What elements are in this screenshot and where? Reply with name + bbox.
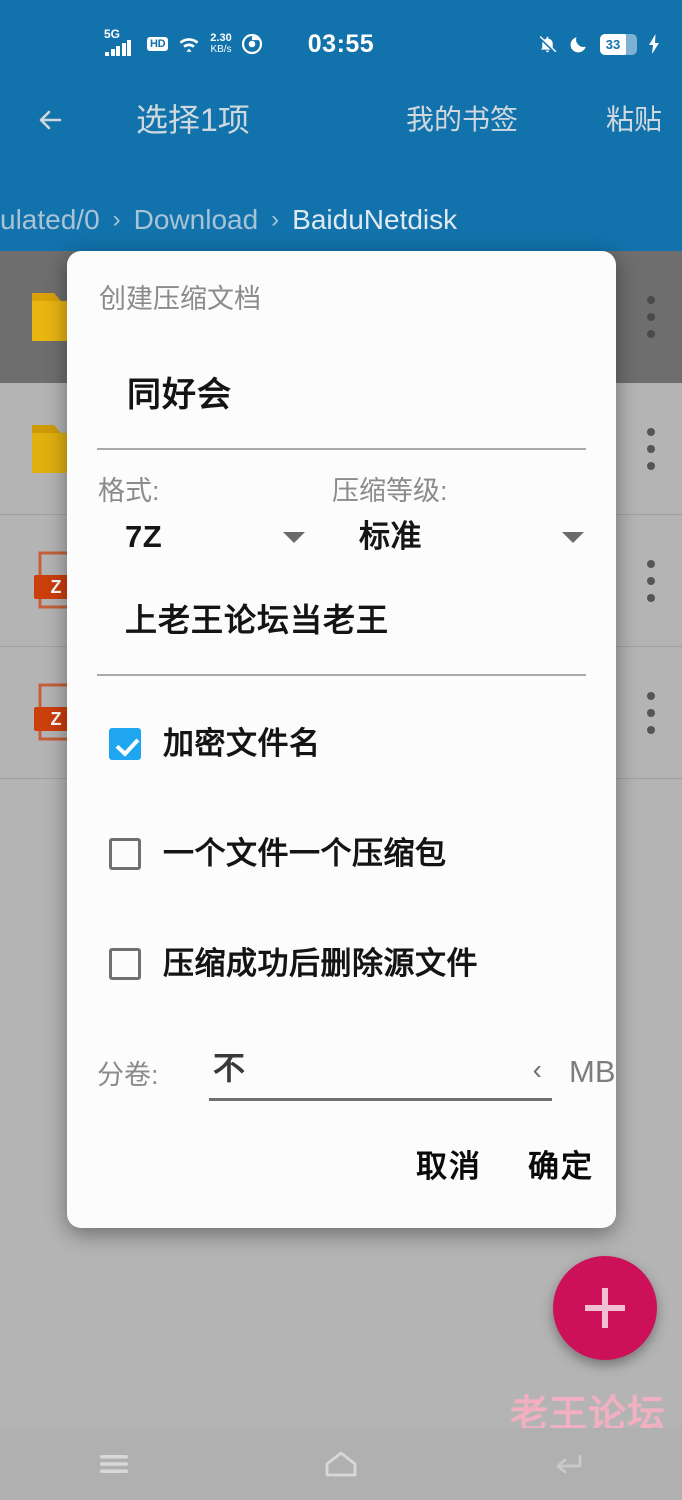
breadcrumb-separator: › (112, 206, 121, 233)
breadcrumb-item-2[interactable]: BaiduNetdisk (292, 204, 457, 236)
compression-level-label: 压缩等级: (332, 476, 448, 506)
page-title: 选择1项 (136, 102, 250, 138)
breadcrumb: ulated/0 › Download › BaiduNetdisk (0, 197, 682, 243)
bell-off-icon (538, 35, 557, 53)
compression-level-value: 标准 (359, 519, 422, 554)
checkbox-icon[interactable] (109, 728, 141, 760)
status-bar: 5G HD 2.30 KB/s 03:55 33 (0, 0, 682, 74)
recents-button[interactable] (82, 1442, 146, 1486)
svg-text:Z: Z (51, 709, 62, 729)
phone-screen: 5G HD 2.30 KB/s 03:55 33 选择1项 我的书签 粘贴 ul… (0, 0, 682, 1500)
checkbox-label: 压缩成功后删除源文件 (163, 946, 478, 981)
chevron-down-icon (562, 531, 584, 543)
battery-indicator: 33 (600, 33, 637, 55)
paste-button[interactable]: 粘贴 (606, 98, 662, 142)
checkbox-label: 一个文件一个压缩包 (163, 836, 447, 871)
divider (97, 674, 586, 676)
dialog-actions: 取消 确定 (416, 1146, 594, 1188)
more-vertical-icon[interactable] (646, 560, 656, 602)
app-bar: 5G HD 2.30 KB/s 03:55 33 选择1项 我的书签 粘贴 ul… (0, 0, 682, 251)
battery-percent-label: 33 (605, 36, 621, 52)
svg-text:Z: Z (51, 577, 62, 597)
checkbox-row-encrypt-filenames[interactable]: 加密文件名 (109, 721, 579, 767)
volume-split-label: 分卷: (97, 1060, 159, 1090)
format-value: 7Z (125, 519, 163, 554)
breadcrumb-item-1[interactable]: Download (134, 204, 259, 236)
compression-level-select[interactable]: 标准 (359, 515, 584, 559)
checkbox-icon[interactable] (109, 948, 141, 980)
chevron-left-icon[interactable]: ‹ (533, 1053, 542, 1087)
status-bar-right-icons: 33 (537, 27, 660, 61)
plus-icon (585, 1288, 625, 1328)
back-arrow-icon[interactable] (33, 100, 73, 140)
volume-split-unit: MB (569, 1054, 616, 1089)
format-label: 格式: (98, 476, 160, 506)
action-bar: 选择1项 我的书签 粘贴 (0, 80, 682, 160)
bolt-icon (649, 34, 659, 54)
dialog-title: 创建压缩文档 (99, 284, 261, 314)
cancel-button[interactable]: 取消 (416, 1146, 482, 1188)
volume-split-field[interactable]: 不 ‹ (209, 1041, 552, 1101)
add-fab-button[interactable] (553, 1256, 657, 1360)
confirm-button[interactable]: 确定 (528, 1146, 594, 1188)
home-button[interactable] (309, 1442, 373, 1486)
checkbox-label: 加密文件名 (163, 726, 321, 761)
menu-icon (99, 1455, 128, 1473)
moon-icon (570, 37, 586, 53)
checkbox-icon[interactable] (109, 838, 141, 870)
bookmarks-button[interactable]: 我的书签 (406, 98, 518, 142)
breadcrumb-item-0[interactable]: ulated/0 (0, 204, 100, 236)
format-select[interactable]: 7Z (125, 515, 305, 559)
more-vertical-icon[interactable] (646, 296, 656, 338)
more-vertical-icon[interactable] (646, 692, 656, 734)
volume-split-row: 分卷: 不 ‹ MB (97, 1041, 616, 1105)
password-input[interactable]: 上老王论坛当老王 (125, 599, 389, 641)
chevron-down-icon (283, 531, 305, 543)
divider (97, 448, 586, 450)
checkbox-row-one-archive-per-file[interactable]: 一个文件一个压缩包 (109, 831, 579, 877)
archive-name-input[interactable]: 同好会 (127, 374, 232, 416)
back-button[interactable] (536, 1442, 600, 1486)
more-vertical-icon[interactable] (646, 428, 656, 470)
back-icon (556, 1454, 582, 1474)
checkbox-row-delete-source-after[interactable]: 压缩成功后删除源文件 (109, 941, 579, 987)
volume-split-value[interactable]: 不 (213, 1047, 245, 1089)
create-archive-dialog: 创建压缩文档 同好会 格式: 压缩等级: 7Z 标准 上老王论坛当老王 加密文件… (67, 251, 616, 1228)
breadcrumb-separator: › (271, 206, 280, 233)
home-icon (325, 1451, 357, 1477)
system-navigation-bar (0, 1428, 682, 1500)
